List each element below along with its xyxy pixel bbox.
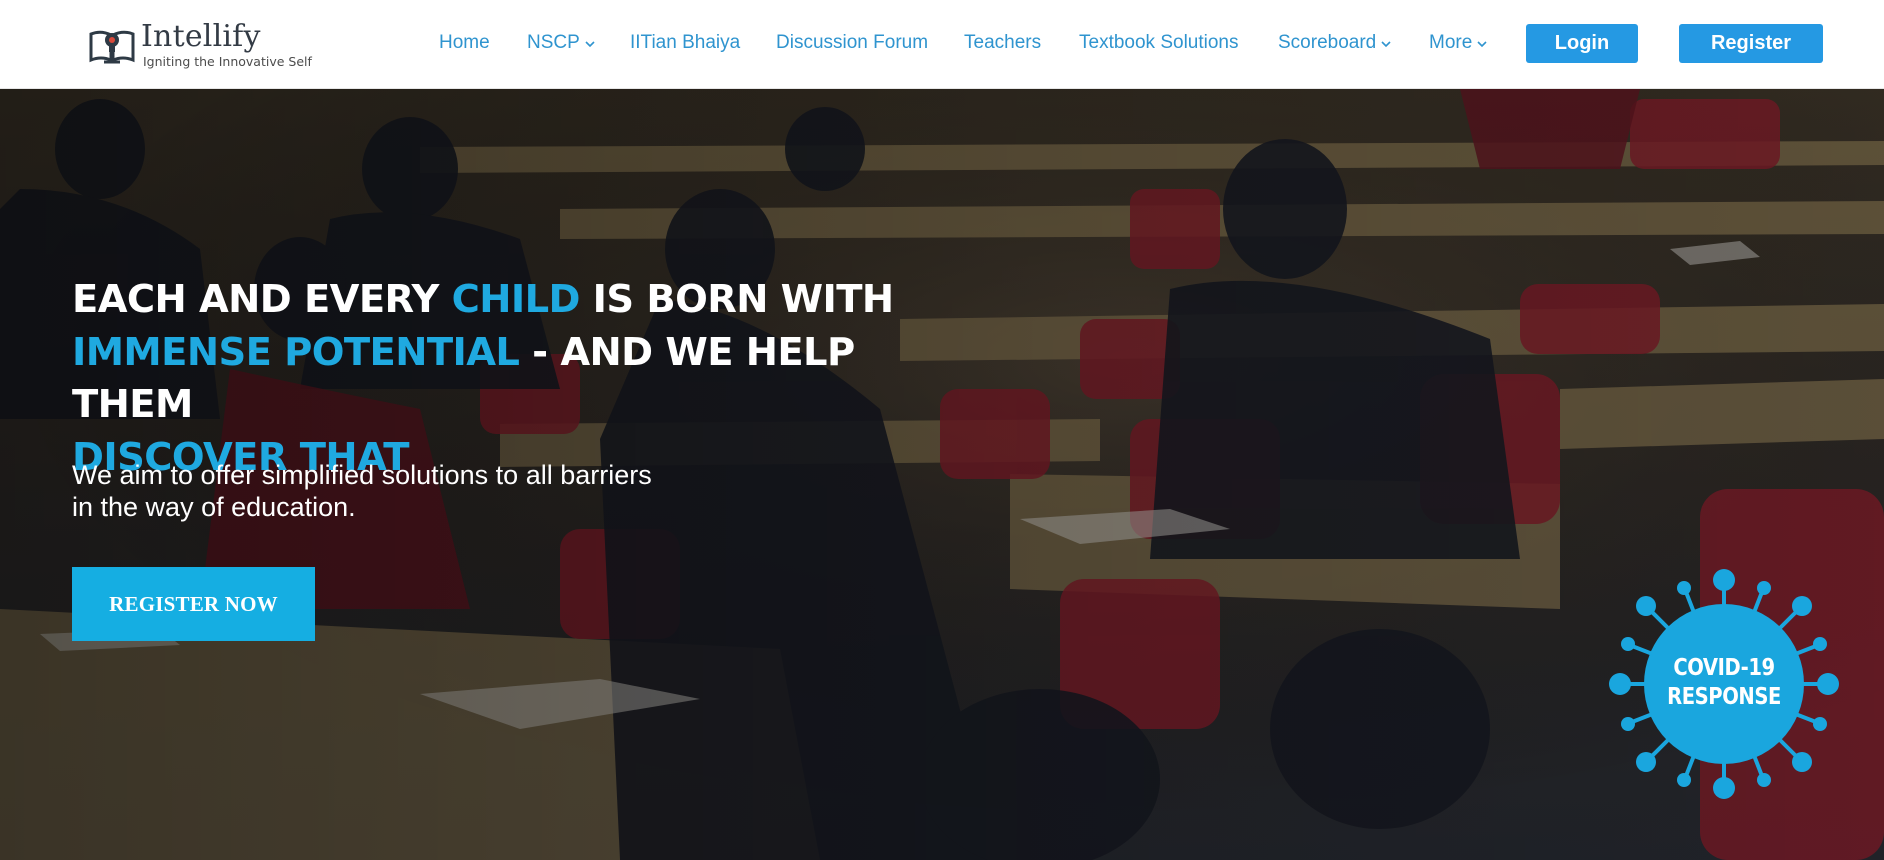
chevron-down-icon: [1381, 40, 1391, 47]
covid-badge-text: COVID-19 RESPONSE: [1625, 654, 1822, 712]
nav-teachers[interactable]: Teachers: [964, 31, 1041, 55]
nav-scoreboard[interactable]: Scoreboard: [1278, 31, 1391, 55]
register-button-label: Register: [1710, 32, 1792, 54]
nav-iitian-bhaiya[interactable]: IITian Bhaiya: [630, 31, 740, 55]
hero-headline: EACH AND EVERY CHILD IS BORN WITH IMMENS…: [72, 274, 972, 484]
headline-accent-potential: IMMENSE POTENTIAL: [72, 329, 520, 375]
nav-more[interactable]: More: [1429, 31, 1487, 55]
chevron-down-icon: [1477, 40, 1487, 47]
nav-textbook-solutions[interactable]: Textbook Solutions: [1079, 31, 1239, 55]
site-header: Intellify Igniting the Innovative Self H…: [0, 0, 1884, 89]
register-button[interactable]: Register: [1679, 24, 1823, 63]
nav-home-label: Home: [439, 32, 490, 53]
covid-badge-line2: RESPONSE: [1667, 684, 1781, 710]
subtext-line: We aim to offer simplified solutions to …: [72, 460, 652, 490]
nav-teachers-label: Teachers: [964, 32, 1042, 53]
subtext-line: in the way of education.: [72, 492, 356, 522]
headline-text: EACH AND EVERY: [72, 277, 452, 322]
login-button[interactable]: Login: [1526, 24, 1638, 63]
nav-nscp[interactable]: NSCP: [527, 31, 595, 55]
register-now-button[interactable]: REGISTER NOW: [72, 567, 315, 641]
nav-nscp-label: NSCP: [527, 32, 580, 53]
nav-discussion-forum[interactable]: Discussion Forum: [776, 31, 928, 55]
covid-badge-line1: COVID-19: [1673, 655, 1775, 681]
main-nav: Home NSCP IITian Bhaiya Discussion Forum…: [0, 0, 1884, 89]
hero-subtext: We aim to offer simplified solutions to …: [72, 459, 712, 523]
hero-section: EACH AND EVERY CHILD IS BORN WITH IMMENS…: [0, 89, 1884, 860]
register-now-label: REGISTER NOW: [109, 591, 278, 616]
nav-more-label: More: [1429, 32, 1473, 53]
login-button-label: Login: [1554, 32, 1610, 54]
chevron-down-icon: [585, 40, 595, 47]
nav-home[interactable]: Home: [439, 31, 490, 55]
headline-accent-child: CHILD: [451, 277, 581, 322]
covid-response-badge[interactable]: COVID-19 RESPONSE: [1608, 568, 1840, 800]
nav-iitian-bhaiya-label: IITian Bhaiya: [630, 32, 741, 53]
nav-scoreboard-label: Scoreboard: [1278, 32, 1377, 53]
nav-discussion-forum-label: Discussion Forum: [776, 32, 929, 53]
nav-textbook-solutions-label: Textbook Solutions: [1079, 32, 1239, 53]
headline-text: IS BORN WITH: [579, 277, 894, 322]
